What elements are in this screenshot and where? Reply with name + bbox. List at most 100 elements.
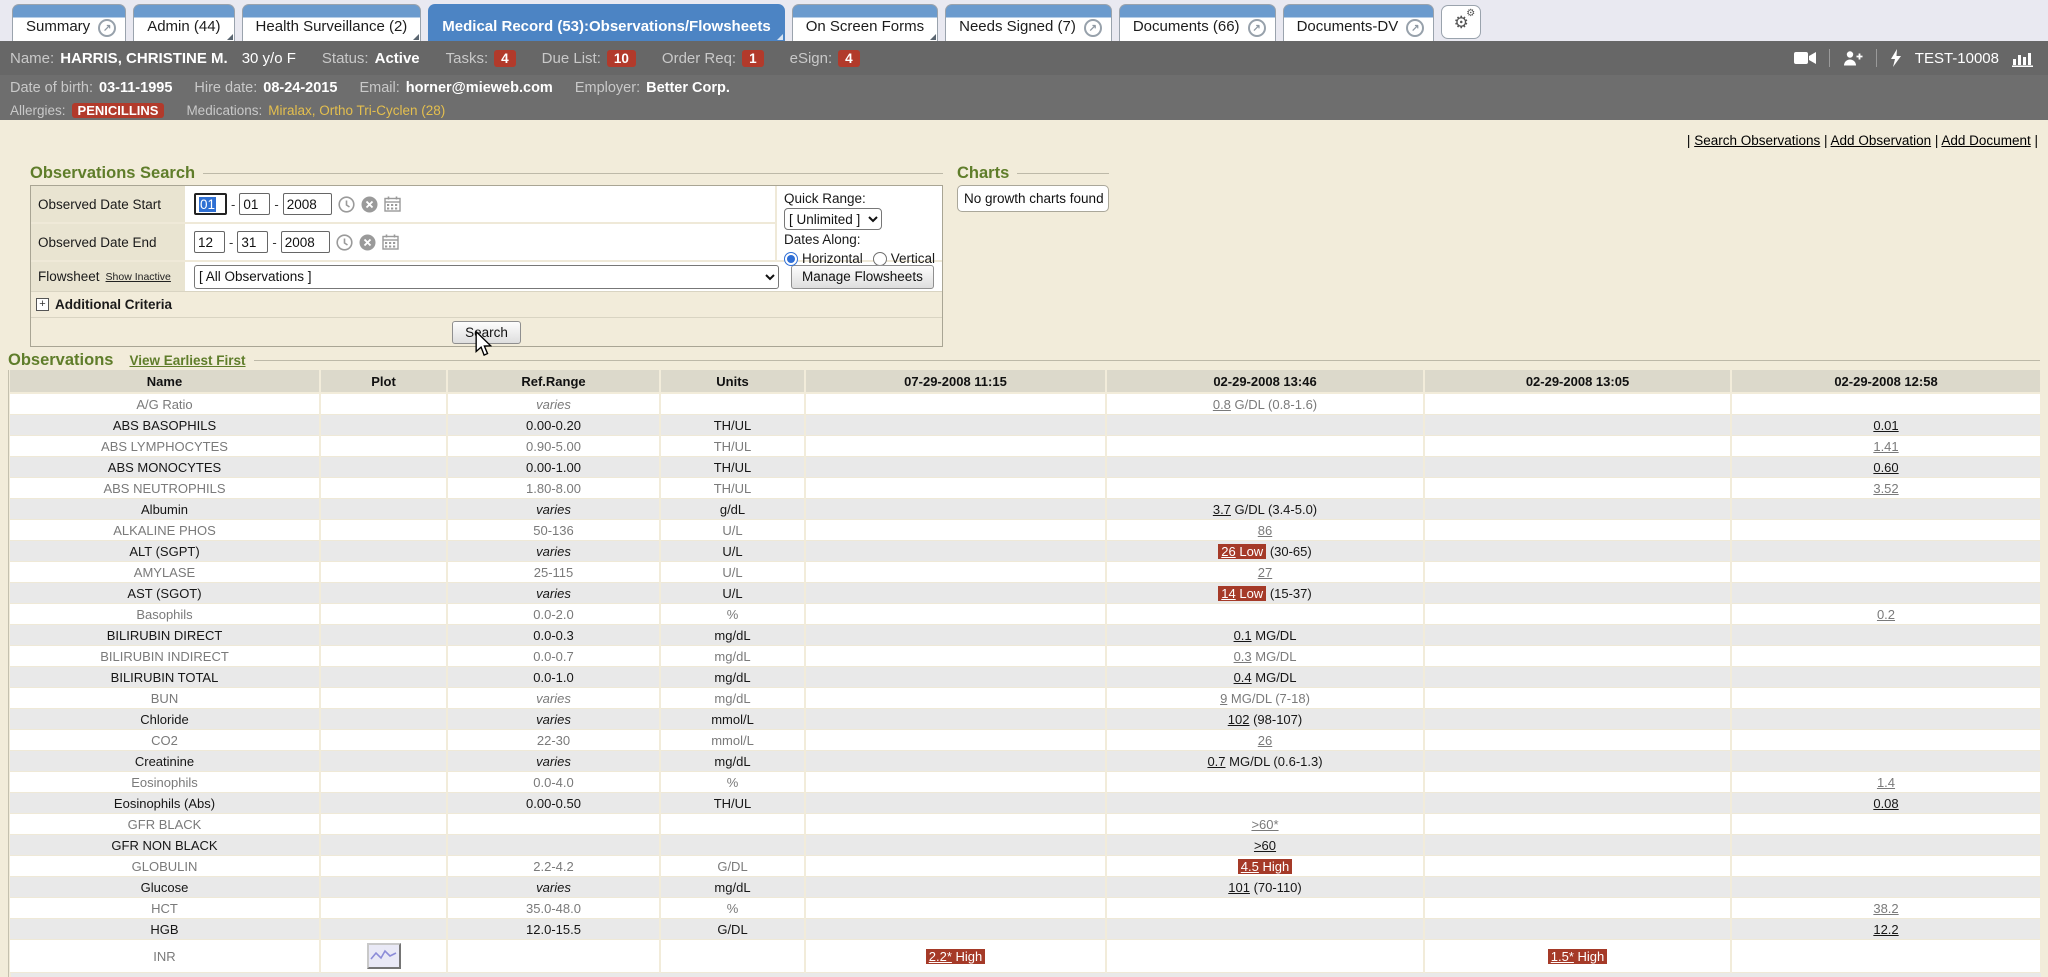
- calendar-icon[interactable]: [384, 196, 401, 212]
- obs-value-link[interactable]: 0.60: [1873, 460, 1898, 475]
- obs-value-link[interactable]: 26: [1258, 733, 1272, 748]
- obs-value-link[interactable]: 27: [1258, 565, 1272, 580]
- obs-row: AST (SGOT)variesU/L14 Low (15-37): [10, 583, 2040, 604]
- obs-value-link[interactable]: 0.4: [1234, 670, 1252, 685]
- obs-value-extra: MG/DL: [1252, 649, 1297, 664]
- search-observations-link[interactable]: Search Observations: [1694, 133, 1820, 148]
- add-document-link[interactable]: Add Document: [1941, 133, 2030, 148]
- date-end-year-input[interactable]: [281, 231, 330, 253]
- obs-ref-range: varies: [447, 499, 660, 520]
- tasks-badge[interactable]: 4: [494, 50, 516, 67]
- clock-icon[interactable]: [338, 196, 355, 213]
- obs-value-link[interactable]: 2.2*: [929, 949, 952, 964]
- calendar-icon[interactable]: [382, 234, 399, 250]
- obs-value-cell: [1424, 393, 1731, 415]
- view-earliest-first-link[interactable]: View Earliest First: [129, 353, 245, 368]
- add-observation-link[interactable]: Add Observation: [1831, 133, 1932, 148]
- obs-value-cell: [805, 541, 1106, 562]
- obs-row: Eosinophils0.0-4.0%1.4: [10, 772, 2040, 793]
- add-user-icon[interactable]: [1843, 50, 1863, 66]
- manage-flowsheets-button[interactable]: Manage Flowsheets: [791, 265, 934, 289]
- obs-units: [660, 940, 805, 973]
- tab-needs-signed[interactable]: Needs Signed (7) ↗: [945, 4, 1112, 41]
- radio-label-vertical: Vertical: [891, 251, 935, 266]
- partial-next-row: [11, 973, 2041, 977]
- obs-value-cell: [1106, 415, 1424, 436]
- obs-value-link[interactable]: 14: [1221, 586, 1235, 601]
- obs-value-cell: [1424, 877, 1731, 898]
- dates-along-horizontal-radio[interactable]: [784, 252, 798, 266]
- show-inactive-link[interactable]: Show Inactive: [106, 271, 171, 283]
- allergy-badge[interactable]: PENICILLINS: [72, 103, 165, 118]
- order-req-badge[interactable]: 1: [742, 50, 764, 67]
- lightning-bolt-icon[interactable]: [1890, 49, 1902, 67]
- tab-on-screen-forms[interactable]: On Screen Forms: [792, 4, 938, 41]
- obs-value-link[interactable]: 1.5*: [1551, 949, 1574, 964]
- obs-value-link[interactable]: 86: [1258, 523, 1272, 538]
- obs-name: GLOBULIN: [10, 856, 320, 877]
- flowsheet-select[interactable]: [ All Observations ]: [194, 265, 779, 289]
- obs-value-link[interactable]: 102: [1228, 712, 1250, 727]
- expand-criteria-icon[interactable]: +: [36, 298, 49, 311]
- obs-value-link[interactable]: 26: [1221, 544, 1235, 559]
- obs-units: TH/UL: [660, 478, 805, 499]
- obs-value-link[interactable]: 0.8: [1213, 397, 1231, 412]
- obs-value-link[interactable]: 0.08: [1873, 796, 1898, 811]
- clear-date-icon[interactable]: [359, 234, 376, 251]
- obs-value-link[interactable]: >60: [1254, 838, 1276, 853]
- obs-value-link[interactable]: 0.3: [1234, 649, 1252, 664]
- obs-value-link[interactable]: >60*: [1251, 817, 1278, 832]
- obs-value-link[interactable]: 12.2: [1873, 922, 1898, 937]
- tab-medical-record[interactable]: Medical Record (53):Observations/Flowshe…: [428, 4, 784, 41]
- date-start-day-input[interactable]: [239, 193, 270, 215]
- clock-icon[interactable]: [336, 234, 353, 251]
- obs-plot-cell: [320, 730, 447, 751]
- obs-value-link[interactable]: 0.1: [1234, 628, 1252, 643]
- obs-name: Eosinophils (Abs): [10, 793, 320, 814]
- video-camera-icon[interactable]: [1794, 50, 1816, 66]
- obs-value-link[interactable]: 101: [1228, 880, 1250, 895]
- medication-link[interactable]: Miralax: [268, 103, 312, 118]
- observations-section: Observations View Earliest First NamePlo…: [8, 350, 2040, 977]
- abnormal-flag: 26 Low: [1218, 544, 1266, 559]
- quick-range-select[interactable]: [ Unlimited ]: [784, 208, 882, 230]
- medication-link[interactable]: Ortho Tri-Cyclen (28): [319, 103, 445, 118]
- charts-panel-title: Charts: [957, 164, 1009, 183]
- due-list-badge[interactable]: 10: [607, 50, 636, 67]
- tab-health-surveillance[interactable]: Health Surveillance (2): [242, 4, 422, 41]
- date-start-year-input[interactable]: [283, 193, 332, 215]
- popout-icon[interactable]: ↗: [1248, 19, 1266, 37]
- obs-ref-range: varies: [447, 583, 660, 604]
- tab-admin[interactable]: Admin (44): [133, 4, 234, 41]
- date-end-day-input[interactable]: [237, 231, 268, 253]
- dates-along-vertical-radio[interactable]: [873, 252, 887, 266]
- obs-value-link[interactable]: 3.52: [1873, 481, 1898, 496]
- bar-chart-icon[interactable]: [2012, 50, 2034, 67]
- search-button[interactable]: Search: [452, 321, 521, 344]
- obs-value-link[interactable]: 0.01: [1873, 418, 1898, 433]
- patient-summary-row: Name: HARRIS, CHRISTINE M. 30 y/o F Stat…: [0, 41, 2048, 75]
- divider: [1829, 49, 1830, 67]
- obs-ref-range: 0.0-0.3: [447, 625, 660, 646]
- status-label: Status:: [322, 50, 369, 67]
- popout-icon[interactable]: ↗: [1084, 19, 1102, 37]
- obs-value-link[interactable]: 3.7: [1213, 502, 1231, 517]
- tab-documents[interactable]: Documents (66) ↗: [1119, 4, 1276, 41]
- sparkline-plot-icon[interactable]: [367, 943, 401, 969]
- esign-badge[interactable]: 4: [838, 50, 860, 67]
- tab-summary[interactable]: Summary ↗: [12, 4, 126, 41]
- tab-documents-dv[interactable]: Documents-DV ↗: [1283, 4, 1435, 41]
- obs-value-link[interactable]: 0.7: [1207, 754, 1225, 769]
- settings-tab[interactable]: ⚙ ⚙: [1441, 5, 1481, 39]
- clear-date-icon[interactable]: [361, 196, 378, 213]
- popout-icon[interactable]: ↗: [98, 19, 116, 37]
- obs-value-link[interactable]: 1.4: [1877, 775, 1895, 790]
- obs-value-link[interactable]: 38.2: [1873, 901, 1898, 916]
- obs-ref-range: [447, 940, 660, 973]
- obs-value-link[interactable]: 4.5: [1241, 859, 1259, 874]
- date-end-month-input[interactable]: [194, 231, 225, 253]
- obs-value-link[interactable]: 1.41: [1873, 439, 1898, 454]
- obs-value-link[interactable]: 0.2: [1877, 607, 1895, 622]
- date-start-month-input[interactable]: 01: [194, 193, 227, 215]
- popout-icon[interactable]: ↗: [1406, 19, 1424, 37]
